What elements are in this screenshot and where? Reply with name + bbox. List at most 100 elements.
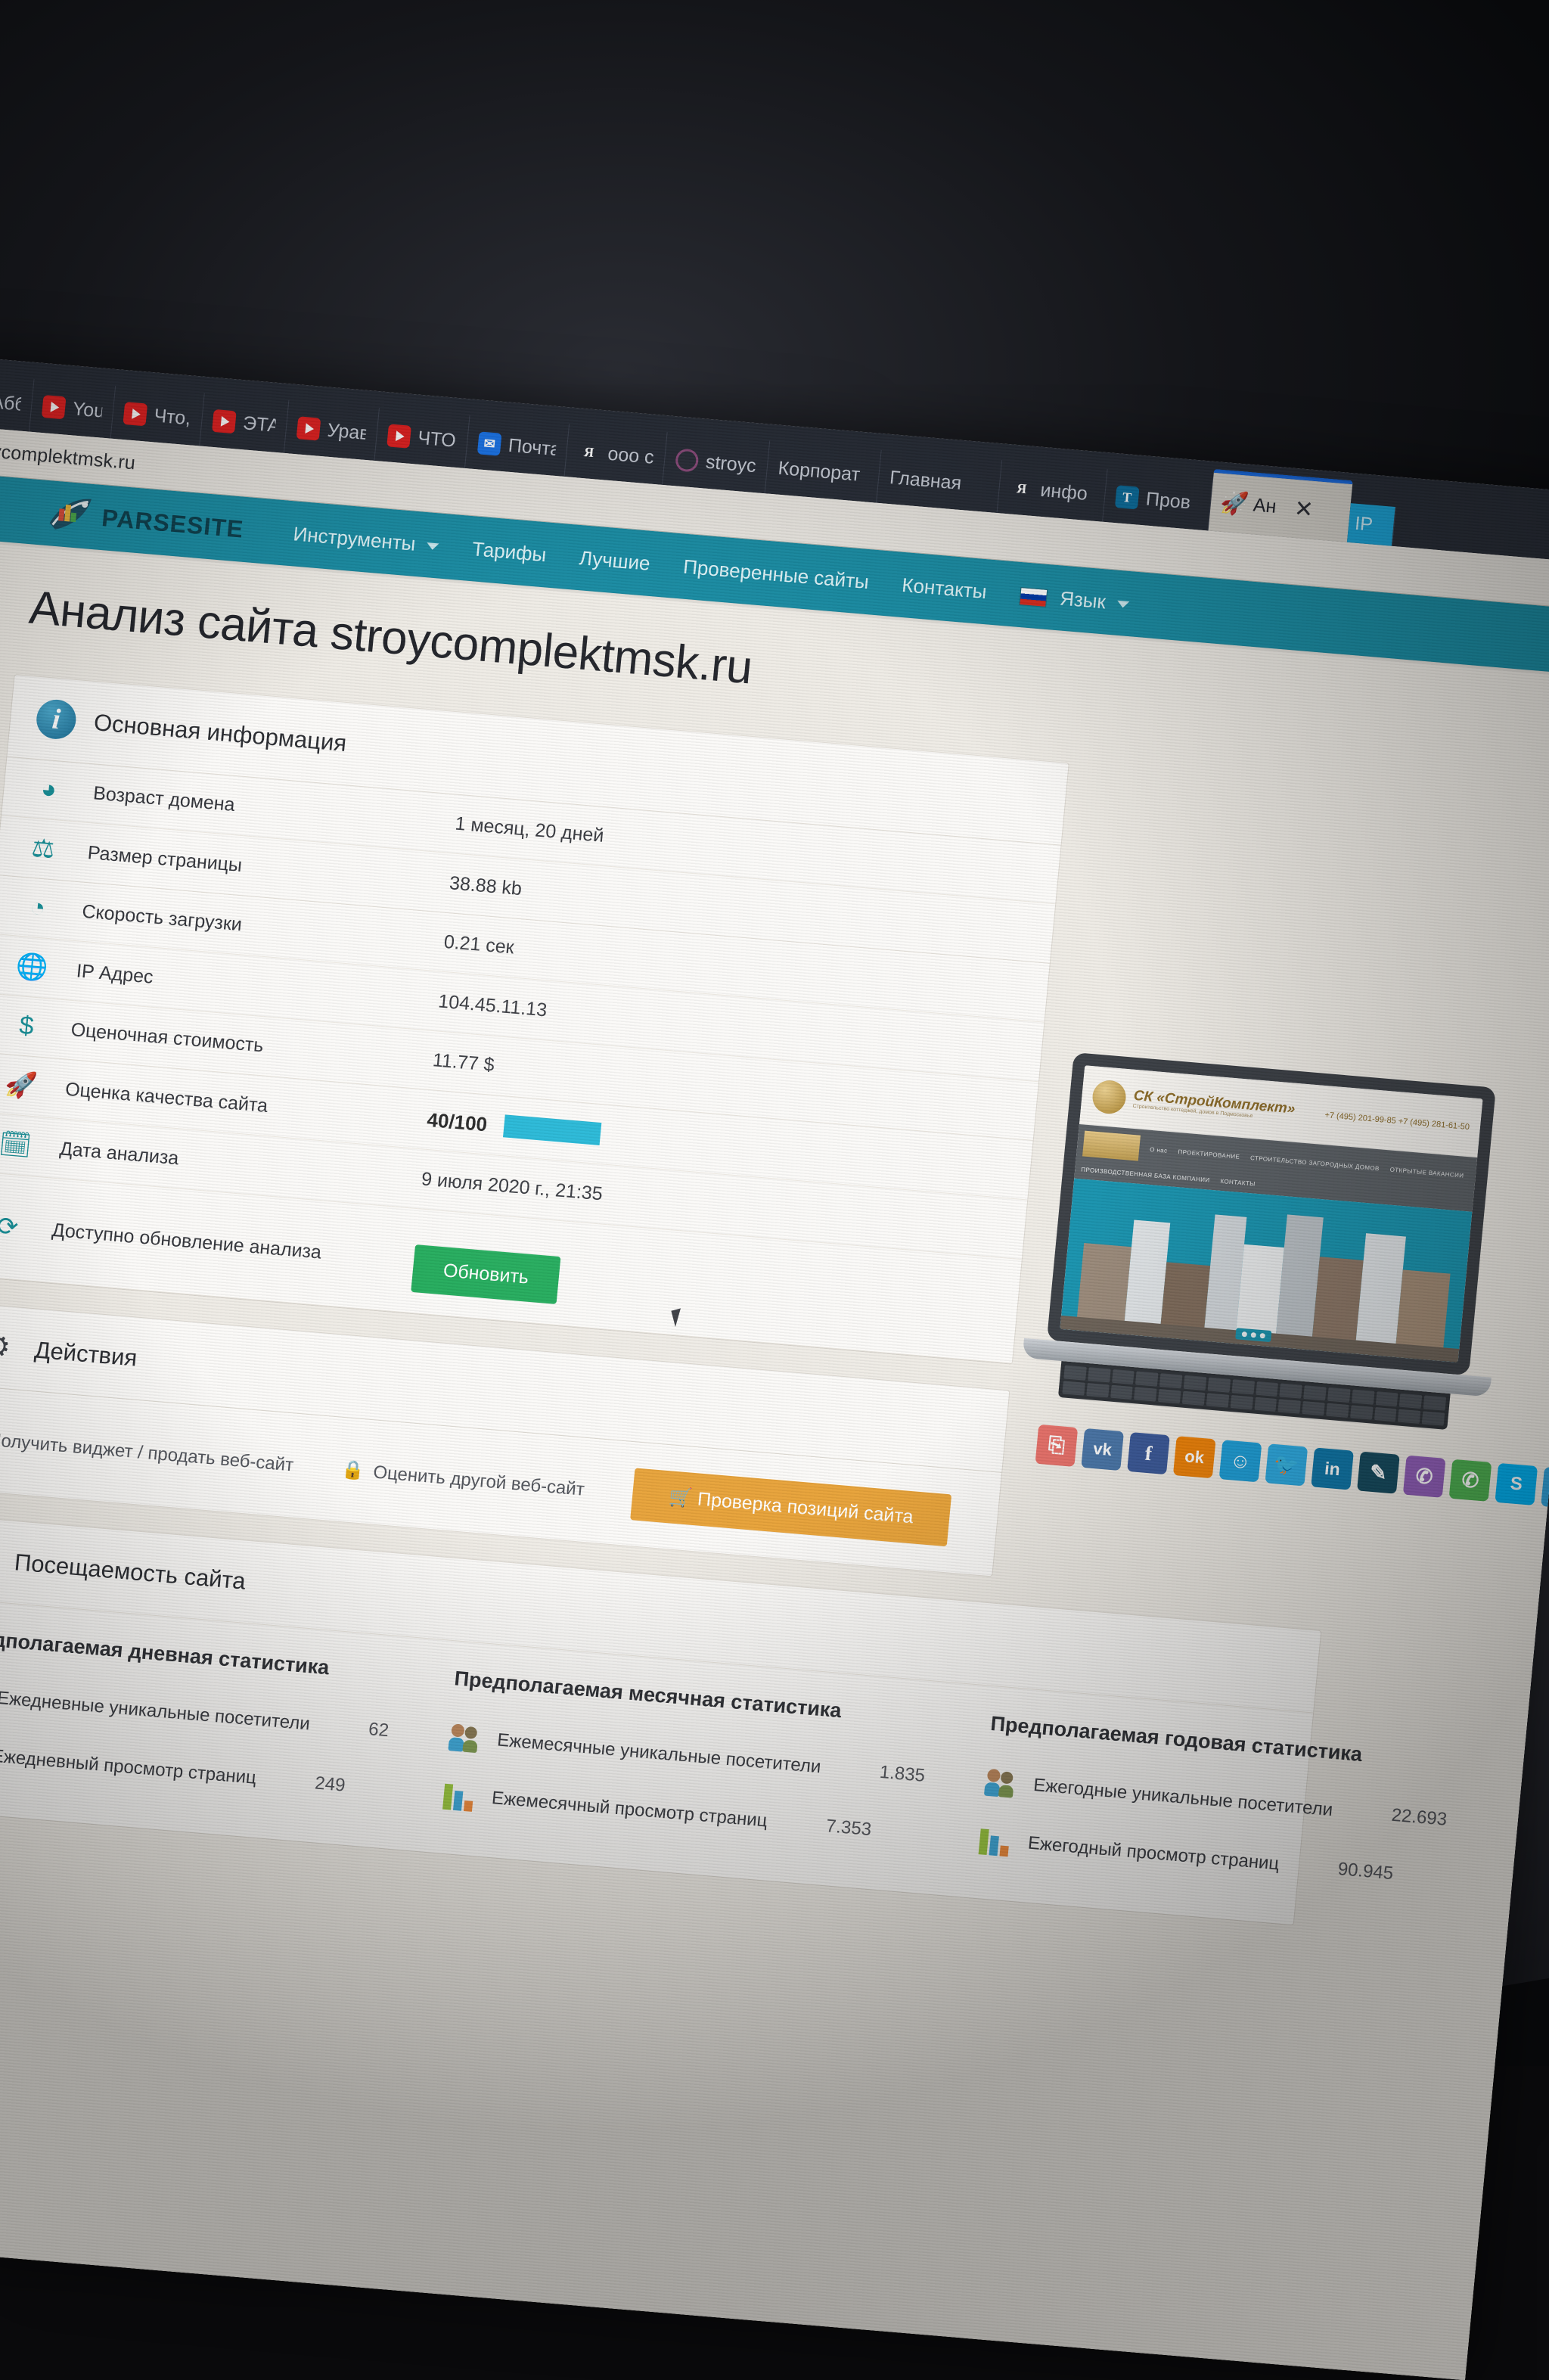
tab-label: Почта (508, 434, 557, 460)
section-heading: Посещаемость сайта (14, 1549, 247, 1595)
monthly-stats-column: Предполагаемая месячная статистика Ежеме… (411, 1646, 964, 1866)
preview-phone-1: +7 (495) 201-99-85 (1324, 1111, 1396, 1126)
yearly-stats-column: Предполагаемая годовая статистика Ежегод… (947, 1692, 1485, 1909)
preview-hero-image (1060, 1179, 1472, 1362)
dollar-icon: $ (18, 1011, 35, 1040)
lock-icon: 🔒 (341, 1459, 365, 1481)
browser-tab[interactable]: Уравн (284, 400, 380, 461)
rocket-icon: 🚀 (4, 1070, 39, 1101)
page-content: PARSESITE Инструменты Тарифы Лучшие Пров… (0, 471, 1549, 2380)
get-widget-link[interactable]: <Получить виджет / продать веб-сайт (0, 1428, 294, 1476)
livejournal-icon[interactable]: ✎ (1357, 1452, 1400, 1494)
tab-label: YouTu (72, 398, 104, 422)
refresh-icon: ⟳ (0, 1211, 20, 1241)
clock-icon: ◕ (40, 775, 58, 805)
people-icon (984, 1766, 1019, 1800)
linkedin-icon[interactable]: in (1311, 1447, 1354, 1490)
preview-menu-item: О нас (1150, 1146, 1168, 1154)
vk-icon[interactable]: vk (1081, 1428, 1124, 1471)
nav-item-best[interactable]: Лучшие (562, 545, 668, 576)
browser-tab[interactable]: Я ооо с (565, 424, 668, 485)
tab-label: ЧТО с (417, 427, 458, 452)
stat-value: 22.693 (1390, 1805, 1448, 1831)
facebook-icon[interactable]: f (1127, 1432, 1170, 1474)
browser-tab[interactable]: T Пров (1103, 469, 1213, 530)
refresh-button[interactable]: Обновить (411, 1244, 560, 1304)
browser-tab[interactable]: ✉ Почта (465, 415, 570, 477)
evaluate-other-site-link[interactable]: 🔒Оценить другой веб-сайт (340, 1459, 585, 1501)
button-label: Проверка позиций сайта (697, 1488, 914, 1527)
browser-tab[interactable]: Аббв (0, 372, 35, 432)
skype-icon[interactable]: S (1495, 1463, 1538, 1505)
yandex-icon: Я (576, 440, 601, 464)
browser-tab[interactable]: ЭТА ч (200, 393, 289, 453)
stat-value: 249 (314, 1773, 346, 1796)
viber-icon[interactable]: ✆ (1403, 1456, 1446, 1498)
browser-tab[interactable]: Главная (877, 450, 1002, 513)
tab-label: Аббв (0, 391, 22, 415)
daily-stats-column: Предполагаемая дневная статистика Ежедне… (0, 1605, 427, 1820)
barchart-icon (978, 1824, 1013, 1856)
browser-tab[interactable]: Я инфо (998, 460, 1108, 521)
check-positions-button[interactable]: 🛒 Проверка позиций сайта (630, 1468, 951, 1546)
gear-icon: ⚙ (0, 1325, 18, 1368)
info-icon: i (35, 698, 78, 741)
stat-value: 7.353 (825, 1816, 872, 1841)
globe-icon: 🌐 (14, 952, 49, 983)
browser-tab[interactable]: YouTu (29, 379, 116, 439)
browser-tab[interactable]: Корпорат (765, 441, 882, 503)
youtube-icon (123, 402, 147, 426)
stat-value: 1.835 (879, 1762, 926, 1787)
browser-tab[interactable]: ЧТО с (374, 408, 470, 468)
preview-column: СК «СтройКомплект» Строительство коттедж… (1035, 1052, 1541, 1502)
brand-name: PARSESITE (101, 504, 245, 544)
preview-menu-item: ОТКРЫТЫЕ ВАКАНСИИ (1389, 1166, 1464, 1179)
whatsapp-icon[interactable]: ✆ (1449, 1459, 1492, 1502)
parsesite-rocket-logo-icon (44, 492, 96, 537)
preview-menu-item: СТРОИТЕЛЬСТВО ЗАГОРОДНЫХ ДОМОВ (1250, 1154, 1380, 1172)
tab-label: stroyc (705, 451, 757, 477)
tab-label: Ан (1253, 494, 1277, 517)
browser-tab[interactable]: stroyc (663, 432, 770, 493)
odnoklassniki-icon[interactable]: ok (1173, 1436, 1216, 1478)
preview-phones: +7 (495) 201-99-85 +7 (495) 281-61-50 (1324, 1109, 1470, 1133)
logo[interactable]: PARSESITE (44, 492, 245, 550)
browser-tab-active[interactable]: 🚀 Ан ✕ (1209, 469, 1353, 542)
text-icon: T (1115, 485, 1140, 509)
monitor-screen: Аббв YouTu Что, е ЭТА ч Уравн (0, 356, 1549, 2380)
score-bar (503, 1114, 601, 1145)
preview-nav-logo-icon (1082, 1131, 1141, 1161)
site-preview-screenshot[interactable]: СК «СтройКомплект» Строительство коттедж… (1060, 1065, 1482, 1362)
url-text: t/stroycomplektmsk.ru (0, 437, 136, 475)
nav-label: Инструменты (292, 522, 416, 555)
youtube-icon (42, 395, 67, 419)
nav-item-contacts[interactable]: Контакты (884, 572, 1004, 605)
tab-label: ЭТА ч (242, 412, 277, 437)
nav-item-tariffs[interactable]: Тарифы (455, 536, 564, 568)
close-icon[interactable]: ✕ (1293, 496, 1315, 524)
browser-tab[interactable]: IP (1347, 503, 1396, 546)
stat-label: Ежегодный просмотр страниц (1027, 1833, 1280, 1875)
stat-value: 62 (368, 1719, 390, 1742)
stat-label: Ежегодные уникальные посетители (1032, 1775, 1333, 1821)
section-heading: Действия (33, 1336, 138, 1372)
moimir-icon[interactable]: ☺ (1219, 1440, 1262, 1482)
section-heading: Основная информация (92, 709, 347, 757)
barchart-icon (442, 1779, 477, 1812)
cart-icon: 🛒 (668, 1486, 699, 1509)
screen-photo-background: Аббв YouTu Что, е ЭТА ч Уравн (0, 0, 1549, 2066)
browser-tab[interactable]: Что, е (111, 386, 205, 446)
globe-icon (675, 448, 700, 472)
stat-label: Ежедневные уникальные посетители (0, 1688, 311, 1735)
nav-label: Язык (1059, 586, 1107, 613)
twitter-icon[interactable]: 🐦 (1265, 1443, 1308, 1486)
basic-info-table: ◕ Возраст домена 1 месяц, 20 дней ⚖ Разм… (0, 757, 1061, 1364)
tab-label: Что, е (153, 405, 192, 430)
people-icon (448, 1720, 483, 1754)
share-icon[interactable]: ⎘ (1035, 1425, 1079, 1467)
nav-item-instruments[interactable]: Инструменты (275, 520, 456, 559)
preview-phone-2: +7 (495) 281-61-50 (1398, 1117, 1470, 1132)
tab-label: инфо (1039, 479, 1088, 505)
nav-item-language[interactable]: Язык (1002, 582, 1147, 617)
nav-item-verified-sites[interactable]: Проверенные сайты (666, 553, 886, 595)
